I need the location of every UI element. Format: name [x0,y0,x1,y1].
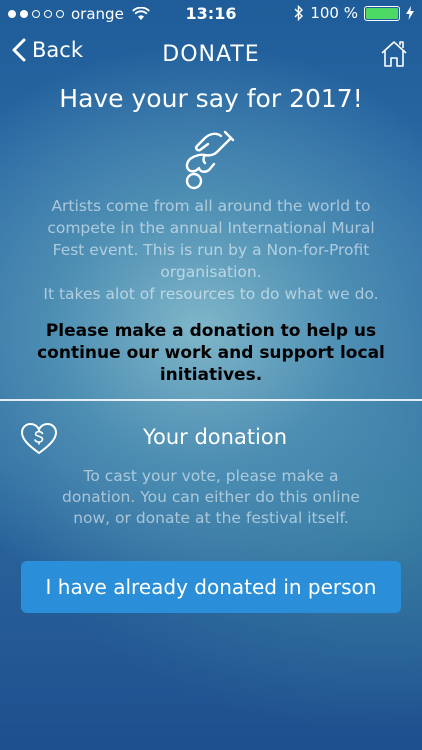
home-icon [381,41,407,67]
intro-text: Artists come from all around the world t… [30,195,392,305]
home-button[interactable] [380,40,408,72]
status-right: 100 % [294,4,414,22]
intro-line: It takes alot of resources to do what we… [43,285,379,303]
hand-coin-icon [185,130,235,190]
battery-percent: 100 % [310,4,358,22]
section-title: Your donation [142,425,288,449]
donated-in-person-button[interactable]: I have already donated in person [21,561,401,613]
battery-icon [364,5,400,21]
bluetooth-icon [294,5,304,21]
donation-appeal: Please make a donation to help us contin… [37,321,385,385]
divider [0,399,422,401]
section-text: To cast your vote, please make a donatio… [62,467,360,527]
intro-paragraph: Artists come from all around the world t… [47,197,375,281]
nav-bar: Back DONATE [0,28,422,80]
heart-dollar-icon [20,422,58,455]
headline: Have your say for 2017! [59,84,363,113]
charging-icon [406,6,414,20]
status-bar: orange 13:16 100 % [0,0,422,28]
page-title: DONATE [162,42,260,67]
